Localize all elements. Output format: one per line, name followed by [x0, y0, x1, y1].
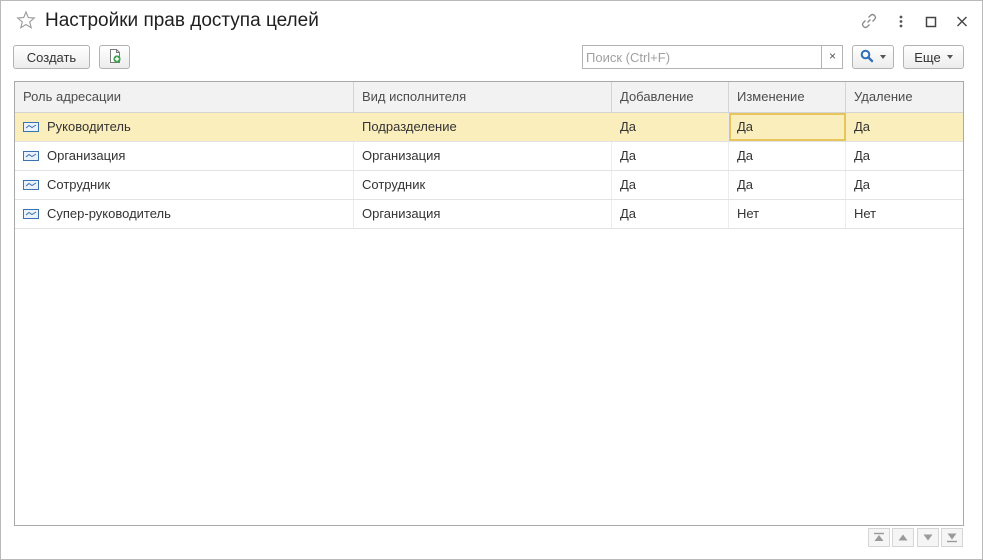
role-icon: [23, 201, 39, 219]
search-icon: [860, 49, 874, 66]
create-button[interactable]: Создать: [13, 45, 90, 69]
cell-delete[interactable]: Да: [846, 142, 963, 170]
column-header-delete[interactable]: Удаление: [846, 82, 963, 112]
maximize-icon[interactable]: [921, 11, 941, 31]
chevron-down-icon: [880, 55, 886, 59]
role-icon: [23, 172, 39, 190]
cell-executor-type[interactable]: Подразделение: [354, 113, 612, 141]
cell-executor-type[interactable]: Организация: [354, 200, 612, 228]
nav-last-button[interactable]: [941, 528, 963, 547]
nav-next-button[interactable]: [917, 528, 939, 547]
star-icon[interactable]: [16, 10, 36, 30]
role-icon: [23, 143, 39, 161]
role-icon: [23, 114, 39, 132]
nav-prev-button[interactable]: [892, 528, 914, 547]
more-button[interactable]: Еще: [903, 45, 964, 69]
cell-add[interactable]: Да: [612, 113, 729, 141]
cell-role-text: Руководитель: [47, 119, 131, 134]
cell-role[interactable]: Руководитель: [15, 113, 354, 141]
table-row[interactable]: Организация Организация Да Да Да: [15, 142, 963, 171]
cell-delete[interactable]: Нет: [846, 200, 963, 228]
cell-role-text: Сотрудник: [47, 177, 111, 192]
search-clear-button[interactable]: ×: [821, 46, 843, 68]
title-bar: Настройки прав доступа целей: [1, 1, 982, 41]
form-window: Настройки прав доступа целей Создать Пои…: [0, 0, 983, 560]
chevron-down-icon: [946, 55, 953, 59]
link-icon[interactable]: [859, 11, 879, 31]
cell-delete[interactable]: Да: [846, 171, 963, 199]
cell-role-text: Организация: [47, 148, 126, 163]
search-input[interactable]: [583, 46, 819, 68]
close-icon[interactable]: [952, 11, 972, 31]
nav-first-button[interactable]: [868, 528, 890, 547]
search-field: ×: [582, 45, 843, 69]
table-row[interactable]: Супер-руководитель Организация Да Нет Не…: [15, 200, 963, 229]
table-row[interactable]: Руководитель Подразделение Да Да Да: [15, 113, 963, 142]
cell-edit-current[interactable]: Да: [729, 113, 846, 141]
table-header: Роль адресации Вид исполнителя Добавлени…: [15, 82, 963, 113]
cell-add[interactable]: Да: [612, 200, 729, 228]
column-header-executor-type[interactable]: Вид исполнителя: [354, 82, 612, 112]
more-button-label: Еще: [914, 49, 941, 65]
copy-add-icon: [107, 48, 123, 67]
cell-role[interactable]: Супер-руководитель: [15, 200, 354, 228]
cell-role[interactable]: Сотрудник: [15, 171, 354, 199]
cell-executor-type[interactable]: Организация: [354, 142, 612, 170]
column-header-role[interactable]: Роль адресации: [15, 82, 354, 112]
cell-edit[interactable]: Да: [729, 171, 846, 199]
column-header-add[interactable]: Добавление: [612, 82, 729, 112]
table-row[interactable]: Сотрудник Сотрудник Да Да Да: [15, 171, 963, 200]
more-vertical-icon[interactable]: [891, 11, 911, 31]
page-title: Настройки прав доступа целей: [45, 10, 319, 31]
copy-button[interactable]: [99, 45, 130, 69]
cell-role-text: Супер-руководитель: [47, 206, 171, 221]
search-button[interactable]: [852, 45, 894, 69]
access-settings-table[interactable]: Роль адресации Вид исполнителя Добавлени…: [14, 81, 964, 526]
column-header-edit[interactable]: Изменение: [729, 82, 846, 112]
cell-edit[interactable]: Да: [729, 142, 846, 170]
cell-add[interactable]: Да: [612, 142, 729, 170]
cell-add[interactable]: Да: [612, 171, 729, 199]
cell-edit[interactable]: Нет: [729, 200, 846, 228]
cell-executor-type[interactable]: Сотрудник: [354, 171, 612, 199]
cell-delete[interactable]: Да: [846, 113, 963, 141]
cell-role[interactable]: Организация: [15, 142, 354, 170]
